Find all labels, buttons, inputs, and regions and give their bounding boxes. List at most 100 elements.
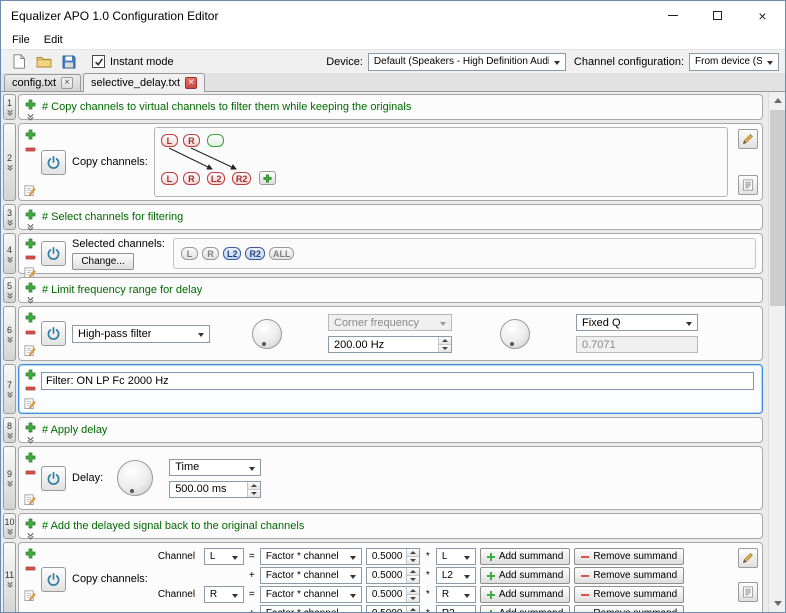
open-file-button[interactable] <box>32 51 56 72</box>
delay-knob[interactable] <box>117 460 153 496</box>
collapse-icon[interactable] <box>24 223 36 231</box>
remove-summand-button[interactable]: Remove summand <box>574 548 684 565</box>
edit-row-icon[interactable] <box>24 184 36 196</box>
channel-badge-R[interactable]: R <box>202 247 219 260</box>
factor-spinbox[interactable]: 0.5000 <box>366 605 420 612</box>
row-2-number-cell[interactable]: 2 <box>3 123 16 201</box>
target-channel-select[interactable]: L <box>204 548 244 565</box>
new-file-button[interactable] <box>7 51 31 72</box>
collapse-icon[interactable] <box>24 532 36 540</box>
factor-spinbox[interactable]: 0.5000 <box>366 586 420 603</box>
channel-badge-L[interactable]: L <box>181 247 198 260</box>
remove-row-icon[interactable] <box>24 326 36 338</box>
row-4-panel[interactable]: Selected channels: Change... L R L2 R2 A… <box>18 233 763 274</box>
close-button[interactable]: × <box>740 1 785 30</box>
scroll-up-button[interactable] <box>769 92 785 109</box>
row-6-number-cell[interactable]: 6 <box>3 306 16 361</box>
source-channel-select[interactable]: L2 <box>436 567 476 584</box>
add-row-icon[interactable] <box>24 238 36 249</box>
row-8-panel[interactable]: # Apply delay <box>18 417 763 443</box>
remove-summand-button[interactable]: Remove summand <box>574 605 684 612</box>
summand-mode-select[interactable]: Factor * channel <box>260 586 362 603</box>
add-row-icon[interactable] <box>24 518 36 529</box>
spin-up-button[interactable] <box>407 568 419 575</box>
channel-badge-ALL[interactable]: ALL <box>269 247 295 260</box>
add-summand-button[interactable]: Add summand <box>480 605 570 612</box>
spin-up-button[interactable] <box>407 587 419 594</box>
spin-down-button[interactable] <box>407 556 419 564</box>
add-row-icon[interactable] <box>24 128 36 140</box>
remove-row-icon[interactable] <box>24 143 36 155</box>
channel-badge-target-R2[interactable]: R2 <box>232 172 252 185</box>
power-toggle-button[interactable] <box>41 150 66 175</box>
power-toggle-button[interactable] <box>41 567 66 592</box>
command-text-input[interactable] <box>41 372 754 390</box>
instant-mode-checkbox[interactable]: Instant mode <box>92 55 174 68</box>
frequency-knob[interactable] <box>252 319 282 349</box>
edit-row-icon[interactable] <box>24 589 36 601</box>
spin-up-button[interactable] <box>248 482 260 489</box>
remove-row-icon[interactable] <box>24 252 36 263</box>
channel-badge-source-R[interactable]: R <box>183 134 200 147</box>
title-bar[interactable]: Equalizer APO 1.0 Configuration Editor × <box>1 1 785 30</box>
channel-badge-target-R[interactable]: R <box>183 172 200 185</box>
source-channel-select[interactable]: R2 <box>436 605 476 612</box>
remove-row-icon[interactable] <box>24 466 36 478</box>
channel-badge-L2-selected[interactable]: L2 <box>223 247 242 260</box>
row-5-number-cell[interactable]: 5 <box>3 277 16 303</box>
target-channel-select[interactable]: R <box>204 586 244 603</box>
power-toggle-button[interactable] <box>41 466 66 491</box>
row-2-panel[interactable]: Copy channels: L R L R L2 R2 <box>18 123 763 201</box>
filter-type-select[interactable]: High-pass filter <box>72 325 210 343</box>
add-summand-button[interactable]: Add summand <box>480 586 570 603</box>
factor-spinbox[interactable]: 0.5000 <box>366 548 420 565</box>
tab-selective-delay-txt[interactable]: selective_delay.txt × <box>83 73 205 92</box>
text-edit-button[interactable] <box>738 175 758 195</box>
tab-config-txt[interactable]: config.txt × <box>4 74 81 91</box>
row-10-panel[interactable]: # Add the delayed signal back to the ori… <box>18 513 763 539</box>
spin-down-button[interactable] <box>407 594 419 602</box>
delay-unit-select[interactable]: Time <box>169 459 261 476</box>
row-8-number-cell[interactable]: 8 <box>3 417 16 443</box>
power-toggle-button[interactable] <box>41 241 66 266</box>
add-channel-button[interactable] <box>259 171 276 185</box>
row-11-number-cell[interactable]: 11 <box>3 542 16 612</box>
add-row-icon[interactable] <box>24 422 36 433</box>
save-file-button[interactable] <box>57 51 81 72</box>
frequency-spinbox[interactable]: 200.00 Hz <box>328 336 452 353</box>
tab-close-icon[interactable]: × <box>61 77 73 89</box>
add-summand-button[interactable]: Add summand <box>480 548 570 565</box>
edit-row-icon[interactable] <box>24 397 36 409</box>
collapse-icon[interactable] <box>24 296 36 304</box>
row-7-panel[interactable] <box>18 364 763 414</box>
spin-down-button[interactable] <box>407 575 419 583</box>
row-5-panel[interactable]: # Limit frequency range for delay <box>18 277 763 303</box>
row-6-panel[interactable]: High-pass filter Corner frequency 200.00… <box>18 306 763 361</box>
add-row-icon[interactable] <box>24 99 36 110</box>
remove-row-icon[interactable] <box>24 562 36 574</box>
add-row-icon[interactable] <box>24 369 36 380</box>
spin-down-button[interactable] <box>248 489 260 497</box>
spin-down-button[interactable] <box>439 344 451 352</box>
add-row-icon[interactable] <box>24 311 36 323</box>
channel-badge-target-L2[interactable]: L2 <box>207 172 226 185</box>
spin-up-button[interactable] <box>439 337 451 344</box>
delay-spinbox[interactable]: 500.00 ms <box>169 481 261 498</box>
row-11-panel[interactable]: Copy channels: Channel L = Factor * chan… <box>18 542 763 612</box>
add-summand-button[interactable]: Add summand <box>480 567 570 584</box>
scrollbar-thumb[interactable] <box>770 110 785 306</box>
summand-mode-select[interactable]: Factor * channel <box>260 548 362 565</box>
minimize-button[interactable] <box>650 1 695 30</box>
text-edit-button[interactable] <box>738 582 758 602</box>
row-4-number-cell[interactable]: 4 <box>3 233 16 274</box>
channel-copy-graph[interactable]: L R L R L2 R2 <box>154 127 728 197</box>
channel-config-select[interactable]: From device (Stereo) <box>689 53 779 71</box>
graphical-edit-button[interactable] <box>738 129 758 149</box>
device-select[interactable]: Default (Speakers - High Definition Audi… <box>368 53 566 71</box>
row-9-number-cell[interactable]: 9 <box>3 446 16 510</box>
row-9-panel[interactable]: Delay: Time 500.00 ms <box>18 446 763 510</box>
scroll-down-button[interactable] <box>769 595 785 612</box>
change-channels-button[interactable]: Change... <box>72 253 134 270</box>
remove-summand-button[interactable]: Remove summand <box>574 567 684 584</box>
edit-row-icon[interactable] <box>24 344 36 356</box>
